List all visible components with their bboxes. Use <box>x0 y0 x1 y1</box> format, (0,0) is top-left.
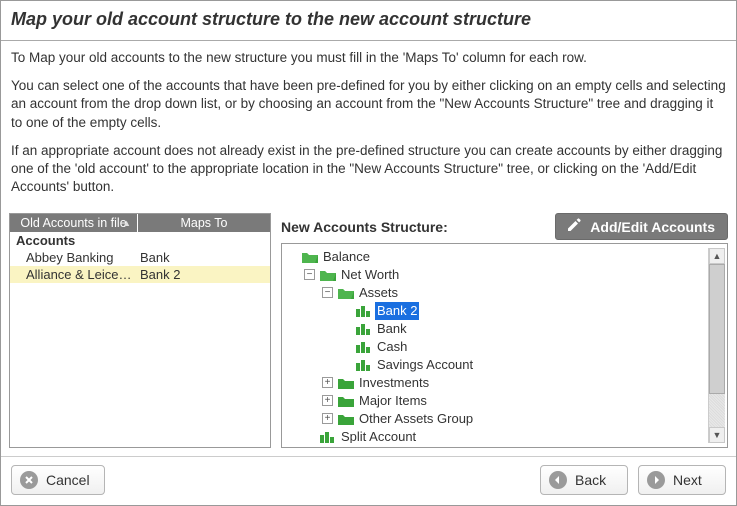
column-header-old-accounts[interactable]: Old Accounts in file ▲ <box>10 214 138 232</box>
sort-arrow-icon: ▲ <box>122 218 131 228</box>
vertical-scrollbar[interactable]: ▲ ▼ <box>708 248 725 443</box>
account-leaf-icon <box>356 305 370 317</box>
maps-to-cell[interactable]: Bank <box>138 249 270 266</box>
tree-node-split-account[interactable]: Split Account <box>304 428 708 443</box>
account-leaf-icon <box>356 341 370 353</box>
tree-node-other-assets[interactable]: + Other Assets Group <box>322 410 708 428</box>
collapse-icon[interactable]: − <box>304 269 315 280</box>
tree-node-savings[interactable]: Savings Account <box>340 356 708 374</box>
folder-open-icon <box>320 269 336 281</box>
account-leaf-icon <box>320 431 334 443</box>
add-edit-accounts-label: Add/Edit Accounts <box>590 219 715 235</box>
tree-node-bank[interactable]: Bank <box>340 320 708 338</box>
folder-icon <box>338 413 354 425</box>
tree-title: New Accounts Structure: <box>281 219 547 235</box>
tree-node-major-items[interactable]: + Major Items <box>322 392 708 410</box>
next-button[interactable]: Next <box>638 465 726 495</box>
folder-icon <box>338 377 354 389</box>
tree-node-net-worth[interactable]: − Net Worth − <box>304 266 708 428</box>
collapse-icon[interactable]: − <box>322 287 333 298</box>
expand-icon[interactable]: + <box>322 413 333 424</box>
folder-icon <box>338 395 354 407</box>
account-leaf-icon <box>356 323 370 335</box>
back-button[interactable]: Back <box>540 465 628 495</box>
tree-node-label-selected: Bank 2 <box>375 302 419 320</box>
arrow-right-icon <box>647 471 665 489</box>
folder-open-icon <box>302 251 318 263</box>
expand-icon[interactable]: + <box>322 377 333 388</box>
table-group-row: Accounts <box>10 232 270 249</box>
tree-node-balance[interactable]: Balance − Net Worth <box>286 248 708 443</box>
wizard-dialog: Map your old account structure to the ne… <box>0 0 737 506</box>
folder-open-icon <box>338 287 354 299</box>
arrow-left-icon <box>549 471 567 489</box>
add-edit-accounts-button[interactable]: Add/Edit Accounts <box>555 213 728 240</box>
tree-node-cash[interactable]: Cash <box>340 338 708 356</box>
tree-node-investments[interactable]: + Investments <box>322 374 708 392</box>
accounts-tree: Balance − Net Worth <box>281 243 728 448</box>
tree-node-assets[interactable]: − Assets <box>322 284 708 374</box>
page-title: Map your old account structure to the ne… <box>1 1 736 41</box>
account-leaf-icon <box>356 359 370 371</box>
cancel-icon <box>20 471 38 489</box>
intro-p1: To Map your old accounts to the new stru… <box>11 49 726 67</box>
intro-text: To Map your old accounts to the new stru… <box>1 41 736 207</box>
old-account-cell: Abbey Banking <box>10 249 138 266</box>
table-row[interactable]: Abbey Banking Bank <box>10 249 270 266</box>
pencil-icon <box>566 217 582 236</box>
intro-p3: If an appropriate account does not alrea… <box>11 142 726 197</box>
scroll-up-icon[interactable]: ▲ <box>709 248 725 264</box>
cancel-button[interactable]: Cancel <box>11 465 105 495</box>
intro-p2: You can select one of the accounts that … <box>11 77 726 132</box>
table-row[interactable]: Alliance & Leice… Bank 2 <box>10 266 270 283</box>
scroll-down-icon[interactable]: ▼ <box>709 427 725 443</box>
maps-to-cell[interactable]: Bank 2 <box>138 266 270 283</box>
old-accounts-table: Old Accounts in file ▲ Maps To Accounts … <box>9 213 271 448</box>
column-header-maps-to[interactable]: Maps To <box>138 214 270 232</box>
tree-node-bank2[interactable]: Bank 2 <box>340 302 708 320</box>
expander-none <box>286 251 297 262</box>
expand-icon[interactable]: + <box>322 395 333 406</box>
scroll-thumb[interactable] <box>709 264 725 394</box>
old-account-cell: Alliance & Leice… <box>10 266 138 283</box>
